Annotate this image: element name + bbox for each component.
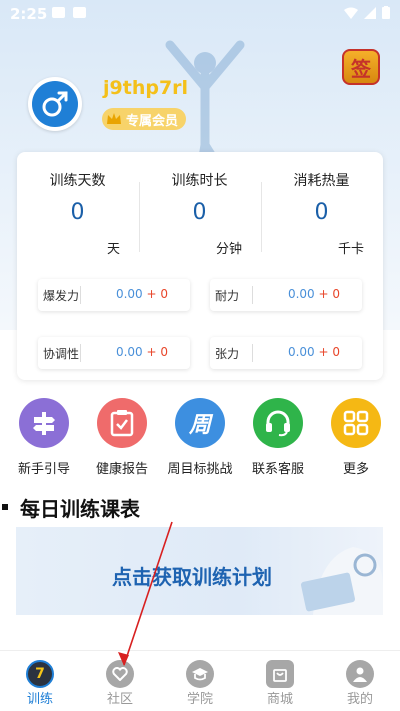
stat-training-duration: 训练时长 0 分钟 xyxy=(139,152,260,257)
graduation-cap-icon xyxy=(186,660,214,688)
training-icon: 7 xyxy=(26,660,54,688)
avatar[interactable] xyxy=(28,77,82,131)
stat-unit: 天 xyxy=(106,242,120,257)
tab-label: 商城 xyxy=(266,692,293,707)
training-stats-card: 训练天数 0 天 训练时长 0 分钟 消耗热量 0 千卡 爆发力 0.00 + … xyxy=(17,152,383,380)
plan-banner-text: 点击获取训练计划 xyxy=(112,565,272,589)
shortcut-beginner-guide[interactable]: 新手引导 xyxy=(4,398,84,478)
shortcut-label: 新手引导 xyxy=(17,462,70,477)
image-notification-icon xyxy=(52,7,65,18)
metric-label: 张力 xyxy=(215,347,240,361)
metric-base: 0.00 xyxy=(287,287,315,301)
tab-academy[interactable]: 学院 xyxy=(160,651,240,711)
shop-bag-icon xyxy=(266,660,294,688)
shortcut-label: 联系客服 xyxy=(251,462,304,477)
username: j9thp7rl xyxy=(103,77,189,99)
grid-icon xyxy=(331,398,381,448)
metric-label: 协调性 xyxy=(43,347,80,361)
stat-value: 0 xyxy=(70,200,85,225)
daily-schedule-title: 每日训练课表 xyxy=(0,492,140,522)
shortcut-label: 健康报告 xyxy=(95,462,148,477)
status-bar: 2:25 xyxy=(0,0,400,28)
tab-label: 社区 xyxy=(106,692,133,707)
section-marker xyxy=(2,504,8,510)
stat-calories: 消耗热量 0 千卡 xyxy=(261,152,382,257)
shortcut-label: 更多 xyxy=(342,462,369,477)
male-icon xyxy=(42,91,68,117)
tab-mine[interactable]: 我的 xyxy=(320,651,400,711)
metric-delta: + 0 xyxy=(146,287,168,301)
crown-icon xyxy=(107,113,121,124)
stat-value: 0 xyxy=(314,200,329,225)
sign-in-button[interactable]: 签 xyxy=(342,49,380,85)
stat-label: 消耗热量 xyxy=(293,173,350,189)
tab-label: 训练 xyxy=(26,692,53,707)
section-title-text: 每日训练课表 xyxy=(20,496,140,521)
shortcut-customer-service[interactable]: 联系客服 xyxy=(238,398,318,478)
tab-label: 学院 xyxy=(186,692,213,707)
metric-delta: + 0 xyxy=(318,345,340,359)
metric-label: 爆发力 xyxy=(43,289,80,303)
bottom-tab-bar: 7 训练 社区 学院 商城 我的 xyxy=(0,650,400,711)
metric-explosive-power: 爆发力 0.00 + 0 xyxy=(38,279,190,311)
metric-base: 0.00 xyxy=(115,287,143,301)
vip-badge[interactable]: 专属会员 xyxy=(102,108,187,130)
metric-coordination: 协调性 0.00 + 0 xyxy=(38,337,190,369)
shortcut-weekly-challenge[interactable]: 周 周目标挑战 xyxy=(160,398,240,478)
metric-endurance: 耐力 0.00 + 0 xyxy=(210,279,362,311)
tab-training[interactable]: 7 训练 xyxy=(0,651,80,711)
tab-community[interactable]: 社区 xyxy=(80,651,160,711)
heart-chat-icon xyxy=(106,660,134,688)
status-time: 2:25 xyxy=(10,5,48,23)
tab-shop[interactable]: 商城 xyxy=(240,651,320,711)
shortcut-more[interactable]: 更多 xyxy=(316,398,396,478)
stat-unit: 千卡 xyxy=(337,242,364,257)
stat-value: 0 xyxy=(192,200,207,225)
shortcut-row: 新手引导 健康报告 周 周目标挑战 联系客服 更多 xyxy=(0,398,400,478)
shortcut-health-report[interactable]: 健康报告 xyxy=(82,398,162,478)
metric-base: 0.00 xyxy=(115,345,143,359)
metric-delta: + 0 xyxy=(146,345,168,359)
headset-icon xyxy=(253,398,303,448)
tab-label: 我的 xyxy=(346,692,373,707)
stat-training-days: 训练天数 0 天 xyxy=(17,152,138,257)
user-icon xyxy=(346,660,374,688)
shortcut-label: 周目标挑战 xyxy=(167,462,233,477)
metric-label: 耐力 xyxy=(215,289,240,303)
clipboard-check-icon xyxy=(97,398,147,448)
metric-tension: 张力 0.00 + 0 xyxy=(210,337,362,369)
stat-label: 训练天数 xyxy=(49,173,106,189)
wifi-icon xyxy=(344,7,358,19)
metric-base: 0.00 xyxy=(287,345,315,359)
stat-label: 训练时长 xyxy=(171,173,228,189)
metric-delta: + 0 xyxy=(318,287,340,301)
doctor-illustration xyxy=(300,547,383,615)
vip-label: 专属会员 xyxy=(126,113,179,129)
battery-icon xyxy=(382,6,390,19)
stat-unit: 分钟 xyxy=(215,242,242,257)
signpost-icon xyxy=(19,398,69,448)
get-training-plan-banner[interactable]: 点击获取训练计划 xyxy=(16,527,383,615)
week-icon: 周 xyxy=(175,398,225,448)
app-notification-icon xyxy=(73,7,86,18)
signal-icon xyxy=(364,6,376,19)
